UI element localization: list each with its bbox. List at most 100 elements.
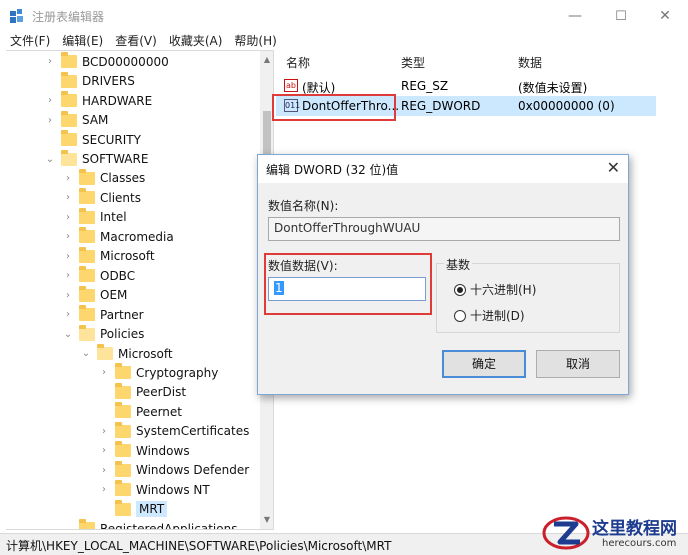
tree-item-label: PeerDist [136,385,187,400]
status-path: 计算机\HKEY_LOCAL_MACHINE\SOFTWARE\Policies… [6,539,392,553]
tree-item-label: BCD00000000 [82,54,169,69]
chevron-right-icon[interactable]: › [62,270,74,281]
cancel-button[interactable]: 取消 [536,350,620,378]
chevron-right-icon[interactable]: › [62,192,74,203]
menu-file[interactable]: 文件(F) [10,32,50,50]
folder-icon [115,382,131,399]
tree-item[interactable]: RegisteredApplications [62,519,238,530]
column-data[interactable]: 数据 [518,54,542,71]
chevron-right-icon[interactable]: › [98,426,110,437]
tree-item[interactable]: › Intel [62,207,127,228]
chevron-right-icon[interactable]: › [62,309,74,320]
menu-view[interactable]: 查看(V) [115,32,157,50]
tree-item[interactable]: DRIVERS [44,71,135,91]
radio-dec[interactable]: 十进制(D) [454,307,525,324]
chevron-right-icon[interactable]: › [62,251,74,262]
maximize-button[interactable]: ☐ [598,0,644,32]
tree-item[interactable]: › Partner [62,305,144,325]
folder-icon [61,110,77,127]
tree-item[interactable]: › Windows [98,441,190,461]
tree-item-label: Clients [100,190,141,205]
folder-icon [61,52,77,69]
tree-item-label: DRIVERS [82,74,135,89]
chevron-down-icon[interactable]: ⌄ [62,329,74,340]
value-name-field: DontOfferThroughWUAU [268,217,620,241]
chevron-right-icon[interactable]: › [44,115,56,126]
value-name-label: 数值名称(N): [268,199,339,213]
scroll-down-icon[interactable]: ▼ [260,513,273,527]
menu-help[interactable]: 帮助(H) [234,32,276,50]
tree-item[interactable]: › ODBC [62,266,135,286]
title-bar: 注册表编辑器 — ☐ ✕ [0,0,688,32]
value-data: (数值未设置) [518,81,588,95]
watermark-url: herecours.com [602,538,677,549]
chevron-right-icon[interactable]: › [62,212,74,223]
chevron-right-icon[interactable]: › [98,465,110,476]
tree-item[interactable]: › HARDWARE [44,91,152,111]
tree-item[interactable]: › SystemCertificates [98,421,249,442]
watermark-text: 这里教程网 [592,519,677,539]
value-type: REG_SZ [401,79,449,93]
tree-item[interactable]: › SAM [44,110,108,130]
string-value-icon: ab [284,79,298,92]
column-name[interactable]: 名称 [286,54,310,71]
tree-item-label: OEM [100,288,128,303]
window-title: 注册表编辑器 [32,10,105,24]
folder-icon [61,149,77,166]
tree-item[interactable]: › Windows NT [98,480,210,500]
value-row-default[interactable]: ab (默认) REG_SZ (数值未设置) [276,76,656,96]
folder-icon [79,188,95,205]
menu-edit[interactable]: 编辑(E) [62,32,103,50]
tree-item[interactable]: › Cryptography [98,363,218,383]
registry-tree[interactable]: › BCD00000000 DRIVERS › HARDWARE › SAM SECURITY… [6,50,274,530]
tree-item[interactable]: › Windows Defender [98,460,249,480]
chevron-right-icon[interactable]: › [44,95,56,106]
tree-item[interactable]: › Macromedia [62,227,174,247]
chevron-down-icon[interactable]: ⌄ [44,154,56,165]
chevron-right-icon[interactable]: › [44,56,56,67]
highlight-box [272,94,396,121]
chevron-right-icon[interactable]: › [62,290,74,301]
tree-item[interactable]: Peernet [98,402,182,422]
ok-button[interactable]: 确定 [442,350,526,378]
tree-item[interactable]: PeerDist [98,382,187,403]
chevron-right-icon[interactable]: › [98,484,110,495]
tree-item-label: Microsoft [100,249,155,264]
folder-icon [97,344,113,360]
folder-icon [79,246,95,263]
tree-item-label: RegisteredApplications [100,521,238,530]
chevron-right-icon[interactable]: › [62,231,74,242]
chevron-right-icon[interactable]: › [98,445,110,456]
tree-item[interactable]: ⌄ Policies [62,324,144,344]
tree-item-label: Windows NT [136,482,210,497]
tree-item[interactable]: SECURITY [44,130,141,150]
folder-icon [61,130,77,147]
site-watermark: 这里教程网 herecours.com [540,512,688,555]
radio-dot [454,309,466,322]
folder-icon [115,441,131,458]
chevron-down-icon[interactable]: ⌄ [80,348,92,359]
dialog-title-bar: 编辑 DWORD (32 位)值 ✕ [258,155,628,183]
dialog-close-icon[interactable]: ✕ [607,158,620,177]
tree-item[interactable]: MRT [98,499,168,519]
tree-item[interactable]: › Classes [62,168,145,189]
folder-icon [115,421,131,438]
scroll-up-icon[interactable]: ▲ [260,53,273,67]
close-button[interactable]: ✕ [642,0,688,32]
tree-item[interactable]: › BCD00000000 [44,52,169,72]
chevron-right-icon[interactable]: › [98,367,110,378]
radio-hex[interactable]: 十六进制(H) [454,281,536,298]
folder-icon [61,91,77,108]
folder-icon [79,519,95,529]
edit-dword-dialog: 编辑 DWORD (32 位)值 ✕ 数值名称(N): DontOfferThr… [257,154,629,395]
menu-favorites[interactable]: 收藏夹(A) [169,32,223,50]
tree-item-label: Microsoft [118,346,173,361]
tree-item[interactable]: ⌄ Microsoft [80,344,173,364]
chevron-right-icon[interactable]: › [62,173,74,184]
tree-item[interactable]: › OEM [62,285,127,305]
tree-item[interactable]: › Microsoft [62,246,155,267]
tree-item[interactable]: › Clients [62,188,141,208]
tree-item[interactable]: ⌄ SOFTWARE [44,149,148,169]
column-type[interactable]: 类型 [401,54,425,71]
minimize-button[interactable]: — [552,0,598,32]
